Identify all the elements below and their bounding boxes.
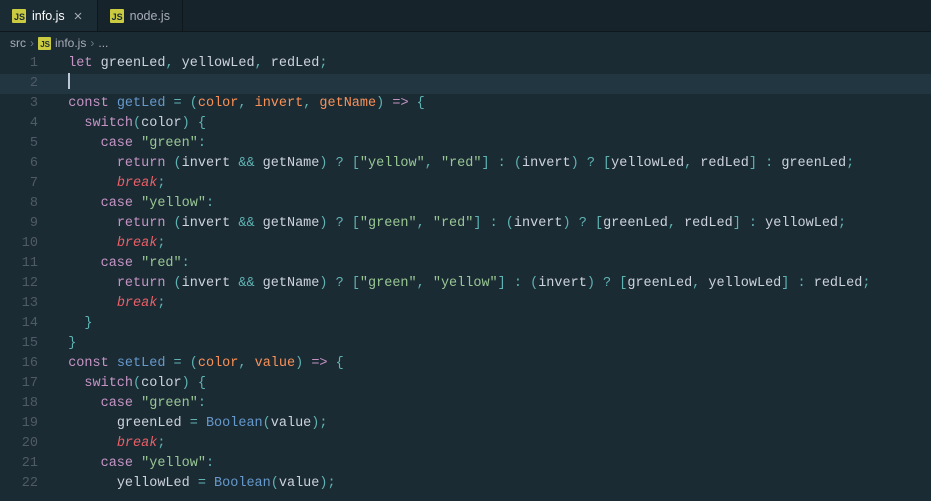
line-content: } xyxy=(52,334,931,354)
line-number: 14 xyxy=(0,314,52,334)
code-editor[interactable]: 1 let greenLed, yellowLed, redLed;2 3 co… xyxy=(0,54,931,501)
line-content: let greenLed, yellowLed, redLed; xyxy=(52,54,931,74)
code-line[interactable]: 1 let greenLed, yellowLed, redLed; xyxy=(0,54,931,74)
line-number: 22 xyxy=(0,474,52,494)
line-number: 20 xyxy=(0,434,52,454)
line-number: 17 xyxy=(0,374,52,394)
tab-bar: JS info.js JS node.js xyxy=(0,0,931,32)
line-content: return (invert && getName) ? ["green", "… xyxy=(52,274,931,294)
code-line[interactable]: 2 xyxy=(0,74,931,94)
code-line[interactable]: 9 return (invert && getName) ? ["green",… xyxy=(0,214,931,234)
code-line[interactable]: 19 greenLed = Boolean(value); xyxy=(0,414,931,434)
code-line[interactable]: 14 } xyxy=(0,314,931,334)
line-content: case "yellow": xyxy=(52,194,931,214)
line-number: 18 xyxy=(0,394,52,414)
line-content: switch(color) { xyxy=(52,374,931,394)
tab-label: node.js xyxy=(130,9,170,23)
line-content: greenLed = Boolean(value); xyxy=(52,414,931,434)
line-number: 10 xyxy=(0,234,52,254)
line-content: break; xyxy=(52,294,931,314)
chevron-right-icon: › xyxy=(30,36,34,50)
code-line[interactable]: 21 case "yellow": xyxy=(0,454,931,474)
breadcrumb[interactable]: src › JS info.js › ... xyxy=(0,32,931,54)
code-line[interactable]: 8 case "yellow": xyxy=(0,194,931,214)
code-line[interactable]: 16 const setLed = (color, value) => { xyxy=(0,354,931,374)
js-file-icon: JS xyxy=(12,9,26,23)
tab-node-js[interactable]: JS node.js xyxy=(98,0,183,31)
tab-label: info.js xyxy=(32,9,65,23)
line-content: const setLed = (color, value) => { xyxy=(52,354,931,374)
code-line[interactable]: 3 const getLed = (color, invert, getName… xyxy=(0,94,931,114)
line-content: switch(color) { xyxy=(52,114,931,134)
line-content: break; xyxy=(52,234,931,254)
code-line[interactable]: 7 break; xyxy=(0,174,931,194)
line-content: return (invert && getName) ? ["green", "… xyxy=(52,214,931,234)
code-line[interactable]: 4 switch(color) { xyxy=(0,114,931,134)
code-line[interactable]: 22 yellowLed = Boolean(value); xyxy=(0,474,931,494)
js-file-icon: JS xyxy=(38,37,51,50)
text-cursor xyxy=(68,73,70,89)
line-content: break; xyxy=(52,434,931,454)
line-content: yellowLed = Boolean(value); xyxy=(52,474,931,494)
line-number: 19 xyxy=(0,414,52,434)
tab-info-js[interactable]: JS info.js xyxy=(0,0,98,31)
line-number: 5 xyxy=(0,134,52,154)
code-line[interactable]: 18 case "green": xyxy=(0,394,931,414)
line-content: return (invert && getName) ? ["yellow", … xyxy=(52,154,931,174)
line-number: 21 xyxy=(0,454,52,474)
line-number: 2 xyxy=(0,74,52,94)
code-line[interactable]: 20 break; xyxy=(0,434,931,454)
code-line[interactable]: 17 switch(color) { xyxy=(0,374,931,394)
line-number: 7 xyxy=(0,174,52,194)
line-number: 1 xyxy=(0,54,52,74)
code-line[interactable]: 15 } xyxy=(0,334,931,354)
code-line[interactable]: 13 break; xyxy=(0,294,931,314)
chevron-right-icon: › xyxy=(90,36,94,50)
line-number: 12 xyxy=(0,274,52,294)
line-content: case "yellow": xyxy=(52,454,931,474)
breadcrumb-more: ... xyxy=(98,36,108,50)
breadcrumb-file: info.js xyxy=(55,36,86,50)
line-content: break; xyxy=(52,174,931,194)
code-line[interactable]: 5 case "green": xyxy=(0,134,931,154)
close-icon[interactable] xyxy=(71,9,85,23)
code-line[interactable]: 11 case "red": xyxy=(0,254,931,274)
line-number: 9 xyxy=(0,214,52,234)
line-content: case "green": xyxy=(52,134,931,154)
line-number: 11 xyxy=(0,254,52,274)
line-content: const getLed = (color, invert, getName) … xyxy=(52,94,931,114)
line-number: 6 xyxy=(0,154,52,174)
line-number: 3 xyxy=(0,94,52,114)
line-number: 8 xyxy=(0,194,52,214)
line-number: 15 xyxy=(0,334,52,354)
code-line[interactable]: 6 return (invert && getName) ? ["yellow"… xyxy=(0,154,931,174)
line-number: 16 xyxy=(0,354,52,374)
line-number: 13 xyxy=(0,294,52,314)
code-line[interactable]: 12 return (invert && getName) ? ["green"… xyxy=(0,274,931,294)
code-line[interactable]: 10 break; xyxy=(0,234,931,254)
breadcrumb-folder: src xyxy=(10,36,26,50)
js-file-icon: JS xyxy=(110,9,124,23)
line-content: } xyxy=(52,314,931,334)
line-content: case "red": xyxy=(52,254,931,274)
line-number: 4 xyxy=(0,114,52,134)
line-content xyxy=(52,74,931,94)
line-content: case "green": xyxy=(52,394,931,414)
